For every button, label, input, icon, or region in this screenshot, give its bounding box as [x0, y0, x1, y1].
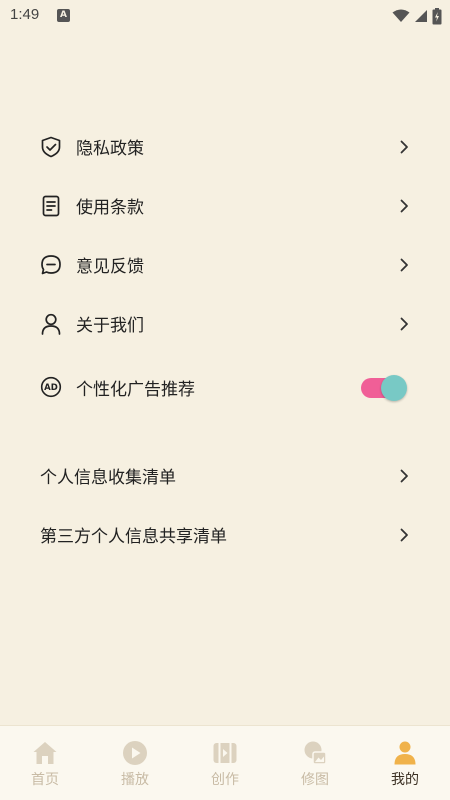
chat-bubble-icon: [41, 254, 61, 274]
personalized-ads-toggle[interactable]: [361, 375, 407, 401]
menu-item-personalized-ads: AD 个性化广告推荐: [0, 353, 450, 421]
notification-a-icon: A: [57, 9, 70, 22]
menu-item-label: 意见反馈: [76, 257, 144, 277]
status-bar: 1:49 A: [0, 0, 450, 32]
tab-label: 首页: [31, 772, 59, 788]
chevron-right-icon: [400, 258, 408, 271]
status-time: 1:49: [10, 6, 40, 23]
menu-item-label: 隐私政策: [76, 139, 144, 159]
home-icon: [33, 742, 57, 764]
person-icon: [41, 313, 61, 335]
menu-item-feedback[interactable]: 意见反馈: [0, 235, 450, 294]
play-icon: [123, 741, 147, 765]
menu-item-label: 个性化广告推荐: [76, 379, 195, 400]
bottom-tab-bar: 首页 播放 创作 修图 我的: [0, 725, 450, 800]
chevron-right-icon: [400, 199, 408, 212]
tab-label: 创作: [211, 772, 239, 788]
menu-item-third-party-sharing-list[interactable]: 第三方个人信息共享清单: [0, 505, 450, 564]
tab-label: 我的: [391, 772, 419, 788]
document-icon: [42, 195, 60, 216]
status-icons: [392, 7, 442, 25]
privacy-lists-menu: 个人信息收集清单 第三方个人信息共享清单: [0, 446, 450, 564]
chevron-right-icon: [400, 317, 408, 330]
tab-create[interactable]: 创作: [180, 726, 270, 800]
menu-item-label: 关于我们: [76, 316, 144, 336]
tab-play[interactable]: 播放: [90, 726, 180, 800]
chevron-right-icon: [400, 528, 408, 541]
tab-mine[interactable]: 我的: [360, 726, 450, 800]
settings-menu: 隐私政策 使用条款 意见反馈 关于我们 AD 个性化广告推荐: [0, 117, 450, 421]
chevron-right-icon: [400, 140, 408, 153]
menu-item-about-us[interactable]: 关于我们: [0, 294, 450, 353]
video-clip-icon: [213, 743, 237, 763]
menu-item-label: 个人信息收集清单: [40, 468, 176, 488]
tab-label: 修图: [301, 772, 329, 788]
menu-item-privacy-policy[interactable]: 隐私政策: [0, 117, 450, 176]
tab-home[interactable]: 首页: [0, 726, 90, 800]
ad-icon: AD: [40, 376, 62, 398]
svg-text:AD: AD: [44, 383, 58, 393]
tab-label: 播放: [121, 772, 149, 788]
menu-item-terms-of-use[interactable]: 使用条款: [0, 176, 450, 235]
toggle-knob: [381, 375, 407, 401]
image-edit-icon: [304, 741, 327, 765]
menu-item-label: 第三方个人信息共享清单: [40, 527, 227, 547]
battery-icon: [432, 7, 442, 24]
chevron-right-icon: [400, 469, 408, 482]
shield-check-icon: [41, 136, 61, 157]
signal-icon: [415, 10, 427, 22]
menu-item-label: 使用条款: [76, 198, 144, 218]
user-profile-icon: [394, 741, 416, 765]
menu-item-personal-info-list[interactable]: 个人信息收集清单: [0, 446, 450, 505]
wifi-icon: [392, 9, 410, 22]
tab-photo-edit[interactable]: 修图: [270, 726, 360, 800]
